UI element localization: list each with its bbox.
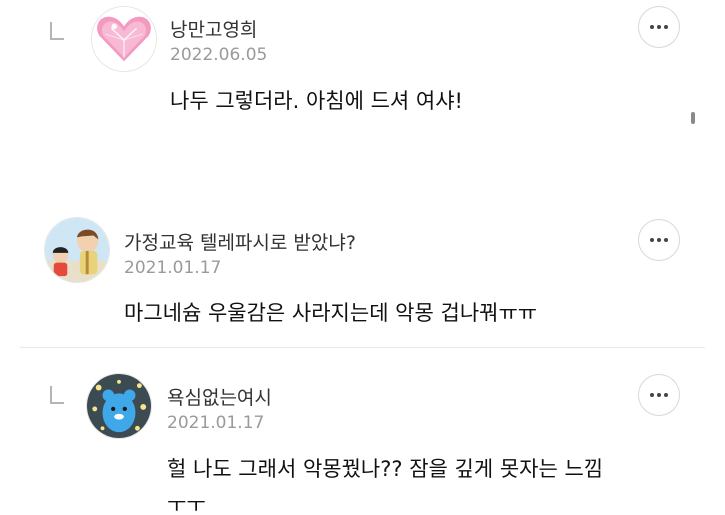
more-options-button[interactable] [638,219,680,261]
comment-nickname[interactable]: 욕심없는여시 [167,383,272,410]
avatar[interactable] [44,217,110,283]
pink-heart-gem-icon [92,7,156,71]
more-horizontal-icon [650,238,668,242]
reply-indent-icon [50,386,64,404]
comment-nickname[interactable]: 낭만고영희 [170,15,257,42]
more-horizontal-icon [650,25,668,29]
comment-text: 나두 그렇더라. 아침에 드셔 여샤! [170,89,463,113]
divider [20,347,705,348]
more-options-button[interactable] [638,6,680,48]
comment-nickname[interactable]: 가정교육 텔레파시로 받았냐? [124,228,356,255]
more-horizontal-icon [650,393,668,397]
comment-list: 낭만고영희 2022.06.05 나두 그렇더라. 아침에 드셔 여샤! 가정교… [0,0,725,515]
avatar[interactable] [91,6,157,72]
scrollbar-thumb[interactable] [691,112,695,124]
comment-text-continued: ㅜㅜ [167,493,206,515]
cartoon-characters-icon [45,218,109,282]
comment-date: 2021.01.17 [167,413,265,433]
more-options-button[interactable] [638,374,680,416]
comment-date: 2022.06.05 [170,45,268,65]
avatar[interactable] [86,373,152,439]
comment-text: 마그네슘 우울감은 사라지는데 악몽 겁나꿔ㅠㅠ [124,301,538,325]
comment-text: 헐 나도 그래서 악몽꿨나?? 잠을 깊게 못자는 느낌 [167,457,604,481]
comment-date: 2021.01.17 [124,258,222,278]
blue-character-icon [87,374,151,438]
reply-indent-icon [50,22,64,40]
